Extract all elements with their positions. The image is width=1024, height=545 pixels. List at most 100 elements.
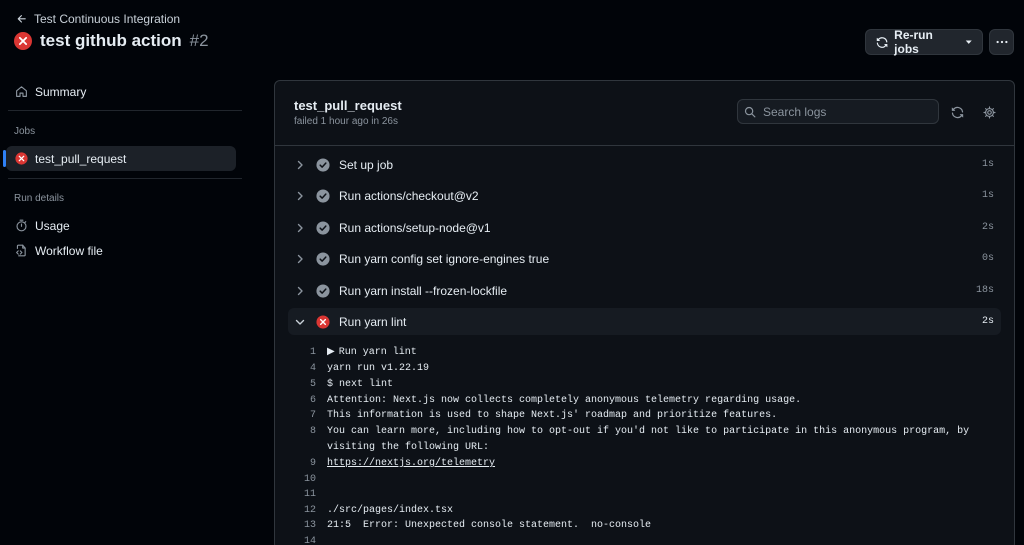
log-line: 8 You can learn more, including how to o… — [297, 424, 987, 440]
log-line-text: 21:5 Error: Unexpected console statement… — [327, 520, 652, 531]
file-code-icon — [16, 244, 26, 257]
log-line: 4 yarn run v1.22.19 — [297, 361, 987, 377]
step-label: Run yarn install --frozen-lockfile — [339, 283, 508, 298]
log-line: 13 21:5 Error: Unexpected console statem… — [297, 518, 987, 534]
refresh-button[interactable] — [949, 104, 965, 120]
log-line: visiting the following URL: — [297, 440, 987, 456]
step-duration: 1s — [981, 190, 994, 201]
job-status-meta: failed 1 hour ago in 26s — [294, 116, 398, 127]
log-line-number: 9 — [309, 458, 316, 469]
gear-icon — [982, 105, 996, 119]
step-duration: 2s — [981, 316, 994, 327]
failure-icon — [14, 32, 32, 50]
log-line-number: 6 — [309, 395, 316, 406]
rerun-jobs-button[interactable]: Re-run jobs — [865, 28, 983, 56]
log-line-text: $ next lint — [327, 379, 394, 390]
step-row-expanded[interactable]: Run yarn lint 2s — [288, 308, 1001, 335]
log-line-text: This information is used to shape Next.j… — [327, 410, 778, 421]
sidebar-divider — [8, 178, 242, 179]
log-line-group[interactable]: 1 ▶ Run yarn lint — [297, 345, 987, 361]
sidebar-item-label: Summary — [35, 84, 87, 99]
run-title: test github action #2 — [14, 31, 209, 51]
log-line: 5 $ next lint — [297, 377, 987, 393]
log-line-number: 10 — [303, 474, 316, 485]
step-row[interactable]: Set up job 1s — [288, 151, 1001, 178]
sidebar-item-label: Usage — [35, 218, 70, 233]
arrow-left-icon — [17, 15, 26, 23]
sidebar-item-usage[interactable]: Usage — [6, 213, 236, 238]
search-logs-input[interactable] — [763, 104, 923, 119]
check-circle-icon — [316, 220, 330, 235]
log-line-number — [297, 440, 327, 456]
step-label: Run yarn config set ignore-engines true — [339, 251, 550, 266]
log-line-text — [327, 534, 987, 545]
log-line-number: 11 — [303, 489, 316, 500]
log-line-text: yarn run v1.22.19 — [327, 363, 430, 374]
check-circle-icon — [316, 251, 330, 266]
step-row[interactable]: Run actions/setup-node@v1 2s — [288, 214, 1001, 241]
check-circle-icon — [316, 283, 330, 298]
log-line-text: ./src/pages/index.tsx — [327, 505, 454, 516]
step-label: Run yarn lint — [339, 314, 407, 329]
log-line-text: You can learn more, including how to opt… — [327, 426, 970, 437]
sidebar-item-summary[interactable]: Summary — [6, 79, 236, 104]
run-name: test github action — [40, 31, 182, 50]
job-log-panel: test_pull_request failed 1 hour ago in 2… — [274, 80, 1015, 545]
log-line-text — [327, 487, 987, 503]
log-line-text: Run yarn lint — [338, 347, 417, 358]
log-line-number: 13 — [303, 520, 316, 531]
search-logs-field[interactable] — [737, 99, 939, 124]
sync-icon — [876, 36, 888, 48]
step-duration: 2s — [981, 222, 994, 233]
step-label: Run actions/setup-node@v1 — [339, 220, 491, 235]
back-link[interactable]: Test Continuous Integration — [16, 12, 180, 26]
chevron-right-icon — [297, 191, 303, 200]
chevron-right-icon — [297, 160, 303, 169]
check-circle-icon — [316, 157, 330, 172]
log-line-number: 1 — [309, 347, 316, 358]
chevron-right-icon — [297, 286, 303, 295]
step-duration: 18s — [975, 285, 994, 296]
log-line: 9 https://nextjs.org/telemetry — [297, 456, 987, 472]
step-row[interactable]: Run yarn config set ignore-engines true … — [288, 245, 1001, 272]
log-line-number: 12 — [303, 505, 316, 516]
panel-divider — [275, 145, 1014, 146]
settings-button[interactable] — [981, 104, 997, 120]
log-line-text: Attention: Next.js now collects complete… — [327, 395, 802, 406]
log-line: 6 Attention: Next.js now collects comple… — [297, 393, 987, 409]
log-line: 12 ./src/pages/index.tsx — [297, 503, 987, 519]
log-line: 11 — [297, 487, 987, 503]
step-label: Run actions/checkout@v2 — [339, 188, 479, 203]
more-options-button[interactable] — [989, 29, 1014, 55]
failure-icon — [15, 152, 28, 165]
triangle-right-icon: ▶ — [327, 347, 335, 358]
sidebar-item-label: Workflow file — [35, 243, 103, 258]
stopwatch-icon — [16, 219, 27, 232]
step-label: Set up job — [339, 157, 394, 172]
sidebar-item-label: test_pull_request — [35, 151, 127, 166]
sync-icon — [951, 106, 963, 118]
step-row[interactable]: Run actions/checkout@v2 1s — [288, 182, 1001, 209]
log-line: 7 This information is used to shape Next… — [297, 408, 987, 424]
log-line-number: 14 — [303, 536, 316, 545]
log-line-text: visiting the following URL: — [327, 442, 490, 453]
sidebar-item-job[interactable]: test_pull_request — [3, 146, 236, 171]
step-row[interactable]: Run yarn install --frozen-lockfile 18s — [288, 277, 1001, 304]
telemetry-link[interactable]: https://nextjs.org/telemetry — [327, 456, 987, 472]
search-icon — [744, 106, 756, 117]
chevron-right-icon — [297, 254, 303, 263]
run-details-heading: Run details — [14, 193, 65, 204]
log-line: 10 — [297, 472, 987, 488]
failure-icon — [316, 314, 330, 329]
log-line-text — [327, 472, 987, 488]
kebab-horizontal-icon — [995, 40, 1008, 44]
sidebar-divider — [8, 110, 242, 111]
run-number: #2 — [189, 31, 209, 50]
chevron-right-icon — [297, 223, 303, 232]
sidebar-item-workflow-file[interactable]: Workflow file — [6, 238, 236, 263]
rerun-jobs-label: Re-run jobs — [894, 28, 933, 56]
log-line-number: 4 — [309, 363, 316, 374]
step-duration: 1s — [981, 159, 994, 170]
job-title: test_pull_request — [294, 98, 402, 113]
jobs-heading: Jobs — [14, 126, 36, 137]
